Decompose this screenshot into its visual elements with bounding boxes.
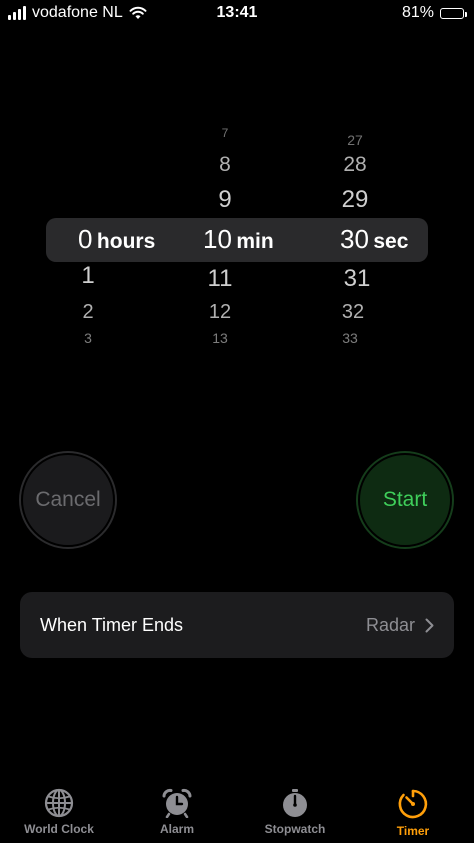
minutes-wheel[interactable]: 7 8 9 10 min 11 12 13 bbox=[180, 120, 310, 355]
minutes-below-3: 13 bbox=[212, 330, 228, 346]
minutes-above-2: 8 bbox=[219, 153, 231, 176]
timer-picker[interactable]: 1 2 3 0 hours 7 8 9 10 min 11 12 13 27 2… bbox=[0, 120, 474, 355]
when-timer-ends-row[interactable]: When Timer Ends Radar bbox=[20, 592, 454, 658]
hours-unit-label: hours bbox=[96, 230, 156, 253]
start-button[interactable]: Start bbox=[358, 453, 452, 547]
hours-below-2: 2 bbox=[82, 301, 94, 323]
battery-icon bbox=[440, 7, 467, 19]
hours-below-1: 1 bbox=[81, 262, 95, 289]
minutes-below-2: 12 bbox=[208, 301, 232, 323]
timer-sound-value-group: Radar bbox=[366, 615, 434, 636]
alarm-clock-icon bbox=[162, 788, 192, 818]
tab-alarm-label: Alarm bbox=[159, 822, 194, 836]
tab-world-clock-label: World Clock bbox=[24, 822, 94, 836]
minutes-above-3: 9 bbox=[218, 186, 232, 213]
seconds-above-2: 28 bbox=[343, 153, 367, 176]
seconds-below-1: 31 bbox=[343, 265, 371, 292]
seconds-below-2: 32 bbox=[341, 301, 365, 323]
hours-selected: 0 hours bbox=[78, 224, 155, 255]
seconds-value: 30 bbox=[340, 224, 369, 254]
start-button-label: Start bbox=[382, 488, 428, 511]
tab-alarm[interactable]: Alarm bbox=[118, 780, 236, 836]
tab-bar: World Clock Alarm Stopwatch Timer bbox=[0, 780, 474, 843]
seconds-above-3: 29 bbox=[341, 186, 369, 213]
timer-icon bbox=[398, 789, 428, 819]
seconds-below-3: 33 bbox=[342, 330, 358, 346]
seconds-above-1: 27 bbox=[347, 132, 363, 148]
cancel-button-label: Cancel bbox=[35, 488, 101, 511]
cancel-button[interactable]: Cancel bbox=[21, 453, 115, 547]
minutes-above-1: 7 bbox=[221, 126, 229, 140]
tab-stopwatch[interactable]: Stopwatch bbox=[236, 780, 354, 836]
minutes-selected: 10 min bbox=[203, 224, 274, 255]
hours-wheel[interactable]: 1 2 3 0 hours bbox=[0, 120, 180, 355]
stopwatch-icon bbox=[283, 789, 307, 817]
seconds-selected: 30 sec bbox=[340, 224, 408, 255]
tab-timer-label: Timer bbox=[396, 824, 430, 838]
status-right: 81% bbox=[401, 4, 467, 22]
tab-world-clock[interactable]: World Clock bbox=[0, 780, 118, 836]
hours-below-3: 3 bbox=[84, 330, 92, 346]
globe-icon bbox=[44, 788, 74, 818]
seconds-wheel[interactable]: 27 28 29 30 sec 31 32 33 bbox=[310, 120, 474, 355]
timer-sound-value: Radar bbox=[365, 614, 415, 635]
minutes-below-1: 11 bbox=[207, 265, 233, 292]
seconds-unit-label: sec bbox=[373, 230, 409, 253]
chevron-right-icon bbox=[425, 618, 434, 632]
tab-stopwatch-label: Stopwatch bbox=[264, 822, 326, 836]
when-timer-ends-label: When Timer Ends bbox=[40, 614, 184, 635]
minutes-value: 10 bbox=[203, 224, 232, 254]
tab-timer[interactable]: Timer bbox=[354, 780, 472, 838]
battery-percentage: 81% bbox=[401, 4, 434, 21]
status-bar: vodafone NL 13:41 81% bbox=[0, 0, 474, 28]
minutes-unit-label: min bbox=[236, 230, 274, 253]
hours-value: 0 bbox=[78, 224, 93, 254]
